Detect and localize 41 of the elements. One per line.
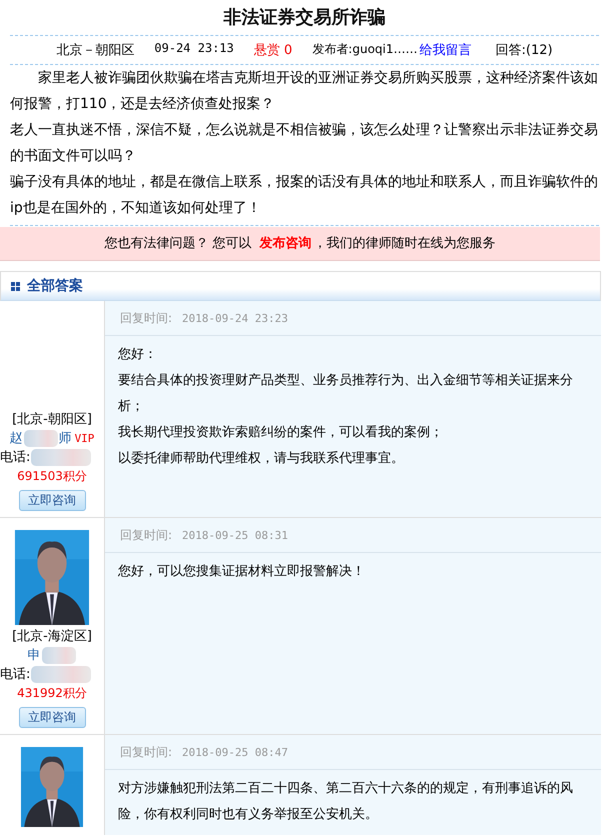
points-text: 691503积分 [16,468,88,485]
publisher-text: 发布者:guoqi1…… [312,41,418,58]
answer-paragraph: 我长期代理投资欺诈索赔纠纷的案件，可以看我的案例； [118,424,444,442]
blur-mask [31,448,92,466]
blur-mask [24,430,58,447]
lawyer-name[interactable]: 赵 [10,431,23,446]
points-text: 431992积分 [16,685,88,702]
consult-button[interactable]: 立即咨询 [18,490,86,511]
section-title: 全部答案 [27,277,83,295]
answer-paragraph: 以委托律师帮助代理维权，请与我联系代理事宜。 [118,450,405,468]
location-text: 北京－朝阳区 [56,42,134,59]
answer-paragraph: 您好： [118,346,158,364]
phone-label: 电话: [0,450,30,465]
question-paragraph: 骗子没有具体的地址，都是在微信上联系，报案的话没有具体的地址和联系人，而且诈骗软件的ip也是在国外的，不知道该如何处理了！ [10,173,599,218]
post-time: 09-24 23:13 [154,41,234,57]
blur-mask [42,647,76,664]
answer-paragraph: 您好，可以您搜集证据材料立即报警解决！ [118,563,366,581]
reward-text: 悬赏 0 [254,42,292,59]
question-paragraph: 老人一直执迷不悟，深信不疑，怎么说就是不相信被骗，该怎么处理？让警察出示非法证券交易的书面文件可以吗？ [10,121,599,166]
grid-icon [11,282,20,290]
reply-time-label: 回复时间: [120,310,172,326]
reply-time: 2018-09-24 23:23 [182,312,288,324]
reply-time-label: 回复时间: [120,744,172,760]
phone-label: 电话: [0,667,30,682]
reply-time: 2018-09-25 08:31 [182,528,288,542]
vip-label: VIP [74,432,94,445]
consult-button[interactable]: 立即咨询 [18,707,86,728]
region-text: [北京-朝阳区] [11,411,93,429]
reply-time-label: 回复时间: [120,526,172,544]
blur-mask [31,666,92,684]
message-link[interactable]: 给我留言 [420,41,472,59]
promo-text: 您也有法律问题？ 您可以 发布咨询，我们的律师随时在线为您服务 [103,235,497,253]
question-paragraph: 家里老人被诈骗团伙欺骗在塔吉克斯坦开设的亚洲证券交易所购买股票，这种经济案件该如何报警，打110，还是去经济侦查处报案？ [10,69,599,114]
lawyer-name[interactable]: 申 [28,648,40,664]
answer-paragraph: 对方涉嫌触犯刑法第二百二十四条、第二百六十六条的的规定，有刑事追诉的风险，你有权利同时也有义务举报至公安机关。 [118,780,574,824]
answer-paragraph: 要结合具体的投资理财产品类型、业务员推荐行为、出入金细节等相关证据来分析； [118,372,574,416]
lawyer-name[interactable]: 师 [58,431,72,446]
answer-count: 回答:(12) [496,42,553,59]
question-title: 非法证券交易所诈骗 [222,6,386,30]
reply-time: 2018-09-25 08:47 [182,746,288,758]
region-text: [北京-海淀区] [11,628,93,646]
